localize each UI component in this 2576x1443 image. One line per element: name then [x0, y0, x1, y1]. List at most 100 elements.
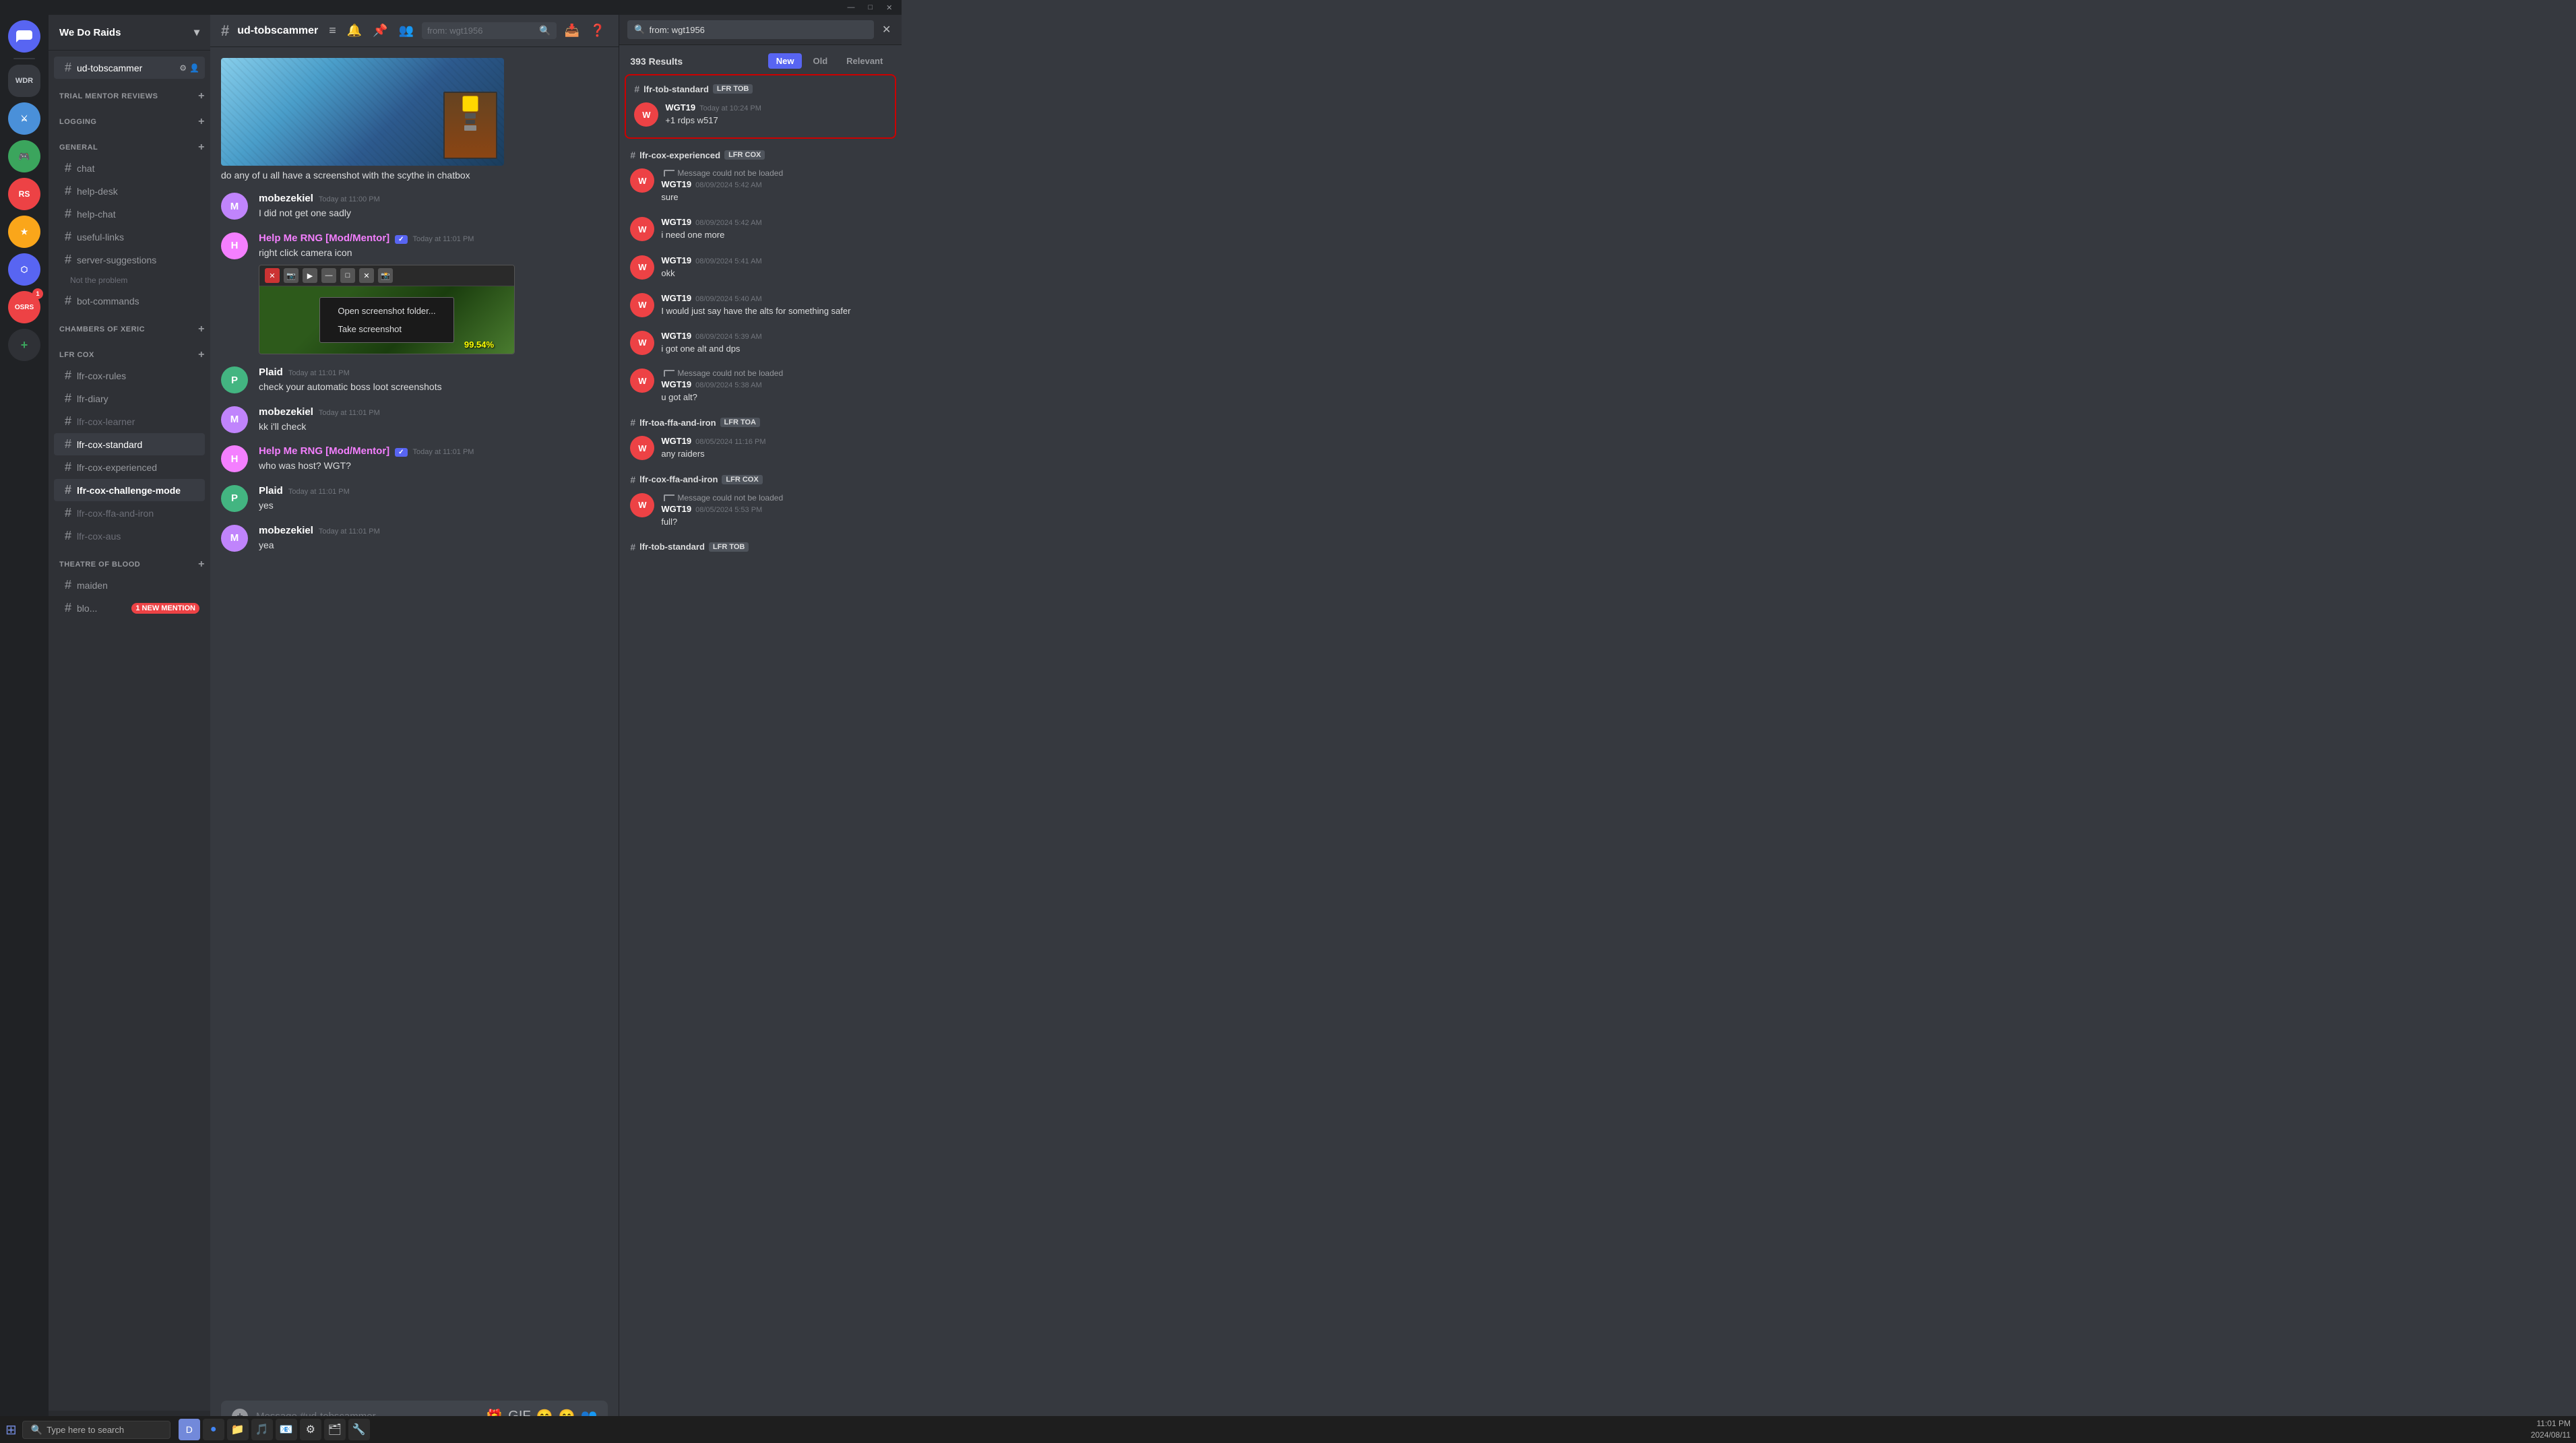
toolbar-expand-btn[interactable]: □: [340, 268, 355, 283]
taskbar-search[interactable]: 🔍 Type here to search: [22, 1421, 170, 1439]
channel-item-lfr-cox-standard[interactable]: # lfr-cox-standard: [54, 433, 205, 455]
search-result-item-5[interactable]: W WGT19 08/09/2024 5:39 AM i got one alt…: [625, 325, 896, 360]
server-icon-6[interactable]: ⬡: [8, 253, 40, 286]
inbox-button[interactable]: 📥: [562, 21, 582, 40]
search-input[interactable]: [427, 26, 535, 36]
search-close-button[interactable]: ✕: [879, 20, 893, 39]
category-theatre-of-blood[interactable]: THEATRE OF BLOOD +: [49, 548, 210, 573]
minimize-button[interactable]: —: [843, 2, 858, 13]
server-icon-7[interactable]: OSRS 1: [8, 291, 40, 323]
add-server-icon[interactable]: +: [8, 329, 40, 361]
search-result-item-4[interactable]: W WGT19 08/09/2024 5:40 AM I would just …: [625, 288, 896, 323]
server-icon-4[interactable]: RS: [8, 178, 40, 210]
result-author: WGT19: [661, 293, 691, 303]
channel-item-chat[interactable]: # chat: [54, 157, 205, 179]
members-button[interactable]: 👥: [396, 21, 416, 40]
toolbar-camera-btn[interactable]: 📷: [284, 268, 299, 283]
reply-text-2: Message could not be loaded: [677, 368, 783, 378]
channel-item-lfr-cox-rules[interactable]: # lfr-cox-rules: [54, 364, 205, 387]
toolbar-close-btn[interactable]: ✕: [265, 268, 280, 283]
category-logging[interactable]: LOGGING +: [49, 105, 210, 131]
channel-item-lfr-cox-learner[interactable]: # lfr-cox-learner: [54, 410, 205, 432]
server-icon-2[interactable]: ⚔: [8, 102, 40, 135]
toolbar-play-btn[interactable]: ▶: [303, 268, 317, 283]
message-text: who was host? WGT?: [259, 459, 608, 473]
result-header: WGT19 08/09/2024 5:39 AM: [661, 331, 891, 341]
channel-item-maiden[interactable]: # maiden: [54, 574, 205, 596]
toolbar-close2-btn[interactable]: ✕: [359, 268, 374, 283]
filter-tab-new[interactable]: New: [768, 53, 803, 69]
server-icon-wdr[interactable]: WDR: [8, 65, 40, 97]
search-result-item-reply-2[interactable]: W Message could not be loaded WGT19 08/0…: [625, 363, 896, 409]
server-icon-5[interactable]: ★: [8, 216, 40, 248]
help-button[interactable]: ❓: [588, 21, 608, 40]
taskbar-discord-icon[interactable]: D: [179, 1419, 200, 1440]
taskbar-icon-6[interactable]: ⚙: [300, 1419, 321, 1440]
channel-item-bot-commands[interactable]: # bot-commands: [54, 290, 205, 312]
taskbar-icon-3[interactable]: 📁: [227, 1419, 249, 1440]
result-author: WGT19: [661, 331, 691, 341]
server-header[interactable]: We Do Raids ▾: [49, 15, 210, 51]
channel-item-server-suggestions[interactable]: # server-suggestions: [54, 249, 205, 271]
category-lfr-cox[interactable]: LFR COX +: [49, 338, 210, 364]
taskbar-icon-7[interactable]: 🗂: [324, 1419, 346, 1440]
search-query-input[interactable]: [650, 25, 867, 35]
toolbar-minimize-btn[interactable]: —: [321, 268, 336, 283]
filter-tab-relevant[interactable]: Relevant: [838, 53, 891, 69]
channel-item-lfr-cox-aus[interactable]: # lfr-cox-aus: [54, 525, 205, 547]
channel-item-useful-links[interactable]: # useful-links: [54, 226, 205, 248]
filter-tab-old[interactable]: Old: [805, 53, 836, 69]
search-result-item-toa[interactable]: W WGT19 08/05/2024 11:16 PM any raiders: [625, 430, 896, 466]
threads-button[interactable]: ≡: [326, 21, 339, 40]
channel-item-not-the-problem[interactable]: Not the problem: [54, 271, 205, 289]
notifications-button[interactable]: 🔔: [344, 21, 365, 40]
taskbar-chrome-icon[interactable]: ●: [203, 1419, 224, 1440]
discord-home-icon[interactable]: [8, 20, 40, 53]
category-add-icon[interactable]: +: [198, 116, 205, 128]
taskbar-icon-8[interactable]: 🔧: [348, 1419, 370, 1440]
toolbar-screenshot-btn[interactable]: 📸: [378, 268, 393, 283]
server-divider: [13, 58, 35, 59]
channel-item-lfr-cox-experienced[interactable]: # lfr-cox-experienced: [54, 456, 205, 478]
members-icon[interactable]: 👤: [189, 63, 199, 73]
taskbar-icon-4[interactable]: 🎵: [251, 1419, 273, 1440]
category-add-icon[interactable]: +: [198, 90, 205, 102]
category-add-icon[interactable]: +: [198, 323, 205, 335]
channel-item-help-desk[interactable]: # help-desk: [54, 180, 205, 202]
search-result-item-2[interactable]: W WGT19 08/09/2024 5:42 AM i need one mo…: [625, 212, 896, 247]
settings-icon[interactable]: ⚙: [179, 63, 187, 73]
channel-item-lfr-cox-ffa[interactable]: # lfr-cox-ffa-and-iron: [54, 502, 205, 524]
category-chambers[interactable]: CHAMBERS OF XERIC +: [49, 313, 210, 338]
result-text: i need one more: [661, 229, 891, 241]
pin-button[interactable]: 📌: [370, 21, 390, 40]
channel-item-blo[interactable]: # blo... 1 NEW MENTION: [54, 597, 205, 619]
open-screenshot-folder-item[interactable]: Open screenshot folder...: [331, 302, 442, 320]
taskbar-icon-5[interactable]: 📧: [276, 1419, 297, 1440]
channel-item-ud-tobscammer[interactable]: # ud-tobscammer ⚙ 👤: [54, 57, 205, 79]
message-header: mobezekiel Today at 11:00 PM: [259, 193, 608, 204]
category-general[interactable]: GENERAL +: [49, 131, 210, 156]
close-button[interactable]: ✕: [882, 2, 896, 13]
search-result-item-reply-1[interactable]: W Message could not be loaded WGT19 08/0…: [625, 163, 896, 209]
maximize-button[interactable]: □: [864, 2, 877, 13]
take-screenshot-item[interactable]: Take screenshot: [331, 320, 442, 338]
category-trial-mentor-reviews[interactable]: TRIAL MENTOR REVIEWS +: [49, 79, 210, 105]
server-icon-3[interactable]: 🎮: [8, 140, 40, 172]
channel-name: help-desk: [77, 186, 118, 197]
channel-item-help-chat[interactable]: # help-chat: [54, 203, 205, 225]
search-input-box[interactable]: 🔍: [627, 20, 874, 39]
start-menu-icon[interactable]: ⊞: [5, 1421, 17, 1438]
search-result-item-ffa[interactable]: W Message could not be loaded WGT19 08/0…: [625, 488, 896, 534]
channel-item-lfr-cox-challenge-mode[interactable]: # lfr-cox-challenge-mode: [54, 479, 205, 501]
channel-item-lfr-diary[interactable]: # lfr-diary: [54, 387, 205, 410]
screenshot-tool-embed: ✕ 📷 ▶ — □ ✕ 📸 Open screenshot folder... …: [259, 265, 515, 354]
search-result-item[interactable]: W WGT19 Today at 10:24 PM +1 rdps w517: [629, 97, 892, 132]
channel-name: useful-links: [77, 232, 124, 243]
category-add-icon[interactable]: +: [198, 349, 205, 361]
category-add-icon[interactable]: +: [198, 558, 205, 571]
channel-tag: LFR TOB: [713, 84, 753, 94]
search-result-item-3[interactable]: W WGT19 08/09/2024 5:41 AM okk: [625, 250, 896, 285]
channel-name: lfr-tob-standard: [643, 84, 709, 94]
search-bar[interactable]: 🔍: [422, 22, 556, 39]
category-add-icon[interactable]: +: [198, 141, 205, 154]
